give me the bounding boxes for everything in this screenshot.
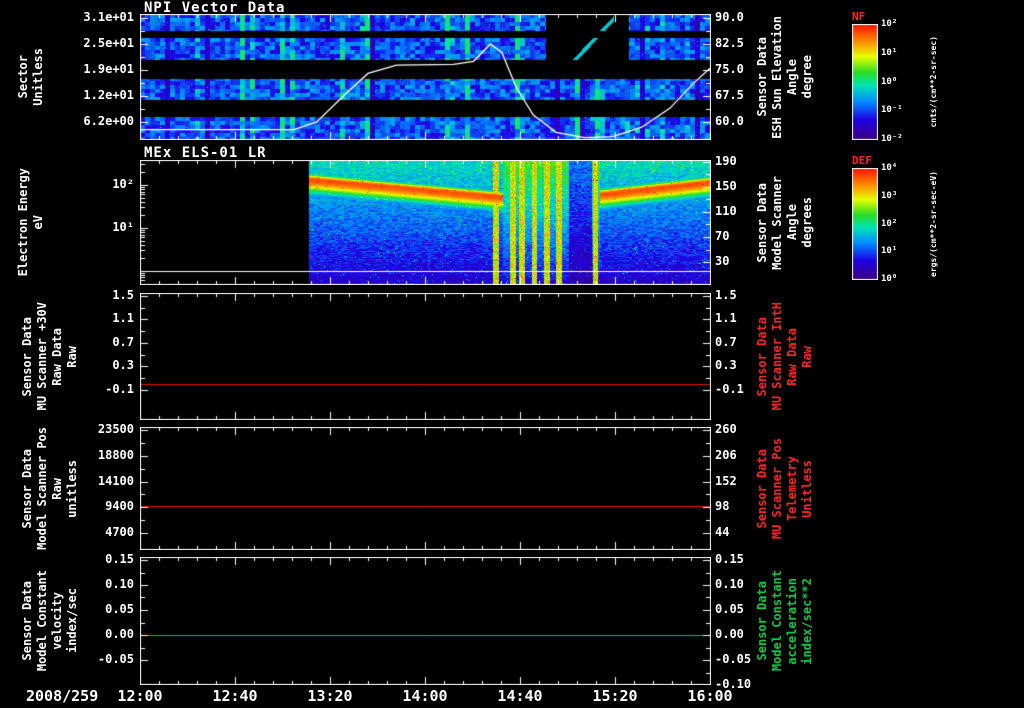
axis-label-line: velocity	[50, 592, 64, 650]
colorbar-tick: 10²	[881, 218, 898, 229]
colorbar-tick: 10¹	[881, 47, 898, 58]
colorbar-tick: 10⁰	[881, 76, 898, 87]
axis-label-line: index/sec**2	[800, 577, 814, 665]
colorbar-units-block: cnts/(cm**2-sr-sec)	[928, 24, 939, 140]
colorbar-tick: 10⁴	[881, 163, 898, 173]
axis-label-line: ESH Sun Elevation	[770, 15, 784, 139]
time-label: 14:40	[497, 687, 543, 705]
colorbar-tick: 10¹	[881, 246, 898, 257]
axis-label-line: MU Scanner IntH	[770, 302, 784, 411]
plot-area-mu-scanner-30v-raw	[140, 293, 711, 420]
axis-label-line: Unitless	[800, 459, 814, 518]
colorbar-tick: 10⁻¹	[881, 105, 903, 116]
axis-label-line: Model Scanner	[770, 175, 784, 270]
colorbar-units-block: ergs/(cm**2-sr-sec-eV)	[928, 168, 939, 280]
colorbar-units: cnts/(cm**2-sr-sec)	[929, 36, 938, 128]
axis-label-line: Sensor Data	[20, 581, 34, 661]
model-scanner-pos-raw-canvas	[140, 427, 711, 550]
panel-title: MEx ELS-01 LR	[144, 145, 267, 161]
axis-label-line: degree	[800, 55, 814, 99]
colorbar-0	[852, 24, 878, 140]
axis-label-line: Raw Data	[785, 327, 799, 386]
axis-label-right-4: Sensor Data Model Constant acceleration ind…	[755, 557, 815, 685]
time-label: 13:20	[307, 687, 353, 705]
axis-label-line: unitless	[65, 459, 79, 518]
axis-label-right-1: Sensor Data Model Scanner Angle degrees	[755, 160, 815, 285]
axis-label-line: Angle	[785, 204, 799, 241]
axis-label-right-3: Sensor Data MU Scanner Pos Telemetry Unitle…	[755, 427, 815, 550]
colorbar-1	[852, 168, 878, 280]
axis-label-line: Model Constant	[35, 570, 49, 672]
axis-label-left-3: Sensor Data Model Scanner Pos Raw unitless	[20, 427, 80, 550]
plot-area-npi-vector-data	[140, 14, 711, 140]
colorbar-tick: 10²	[881, 19, 898, 29]
colorbar-canvas	[852, 168, 878, 280]
date-label: 2008/259	[26, 687, 99, 705]
axis-label-line: acceleration	[785, 577, 799, 665]
axis-label-line: Sensor Data	[755, 316, 769, 397]
axis-label-left-0: Sector Unitless	[16, 14, 46, 140]
axis-label-line: Raw	[800, 345, 814, 368]
plot-area-model-scanner-pos-raw	[140, 427, 711, 550]
mex-els-01-lr-canvas	[140, 160, 711, 285]
tplot-window: NPI Vector Data 3.1e+01 2.5e+01 1.9e+01 1.2e…	[0, 0, 1024, 708]
axis-label-line: Electron Energy	[16, 168, 30, 277]
axis-label-line: Model Scanner Pos	[35, 427, 49, 550]
ytick-left: 6.2e+00	[83, 113, 134, 128]
axis-label-left-4: Sensor Data Model Constant velocity index/s…	[20, 557, 80, 685]
time-label: 12:00	[117, 687, 163, 705]
axis-label-line: Sensor Data	[755, 182, 769, 263]
axis-label-line: Raw	[50, 477, 64, 500]
ytick-left: 2.5e+01	[83, 35, 134, 50]
axis-label-line: Sensor Data	[755, 448, 769, 529]
axis-label-line: Sensor Data	[20, 448, 34, 529]
axis-label-line: Model Constant	[770, 570, 784, 672]
axis-label-line: Raw Data	[50, 327, 64, 386]
colorbar-name: DEF	[852, 154, 872, 167]
axis-label-line: Unitless	[31, 48, 45, 106]
axis-label-right-2: Sensor Data MU Scanner IntH Raw Data Raw	[755, 293, 815, 420]
colorbar-units: ergs/(cm**2-sr-sec-eV)	[929, 171, 938, 277]
axis-label-line: Sensor Data	[755, 581, 769, 661]
ytick-left: 3.1e+01	[83, 9, 134, 24]
axis-label-line: degrees	[800, 197, 814, 248]
colorbar-tick: 10⁰	[881, 274, 898, 284]
axis-label-line: MU Scanner Pos	[770, 437, 784, 540]
axis-label-line: Sector	[16, 55, 30, 99]
ytick-left: 1.9e+01	[83, 61, 134, 76]
colorbar-name: NF	[852, 10, 866, 23]
axis-label-line: MU Scanner +30V	[35, 302, 49, 411]
colorbar-tick: 10⁻²	[881, 134, 903, 144]
plot-area-model-constant-velocity	[140, 557, 711, 685]
axis-label-left-1: Electron Energy eV	[16, 160, 46, 285]
axis-label-line: Sensor Data	[20, 316, 34, 397]
mu-scanner-30v-raw-canvas	[140, 293, 711, 420]
axis-label-left-2: Sensor Data MU Scanner +30V Raw Data Raw	[20, 293, 80, 420]
axis-label-line: Angle	[785, 58, 799, 96]
time-label: 15:20	[592, 687, 638, 705]
npi-vector-data-canvas	[140, 14, 711, 140]
axis-label-line: Sensor Data	[755, 37, 769, 117]
colorbar-tick: 10³	[881, 190, 898, 201]
plot-area-mex-els-01-lr	[140, 160, 711, 285]
time-label: 12:40	[212, 687, 258, 705]
model-constant-velocity-canvas	[140, 557, 711, 685]
axis-label-line: Raw	[65, 345, 79, 368]
colorbar-canvas	[852, 24, 878, 140]
ytick-left: 1.2e+01	[83, 87, 134, 102]
axis-label-right-0: Sensor Data ESH Sun Elevation Angle degree	[755, 14, 815, 140]
time-label: 16:00	[687, 687, 733, 705]
axis-label-line: index/sec	[65, 588, 79, 654]
time-label: 14:00	[402, 687, 448, 705]
ytick-left: 10¹	[112, 219, 134, 234]
ytick-left: 10²	[112, 176, 134, 191]
axis-label-line: Telemetry	[785, 455, 799, 522]
axis-label-line: eV	[31, 215, 45, 230]
